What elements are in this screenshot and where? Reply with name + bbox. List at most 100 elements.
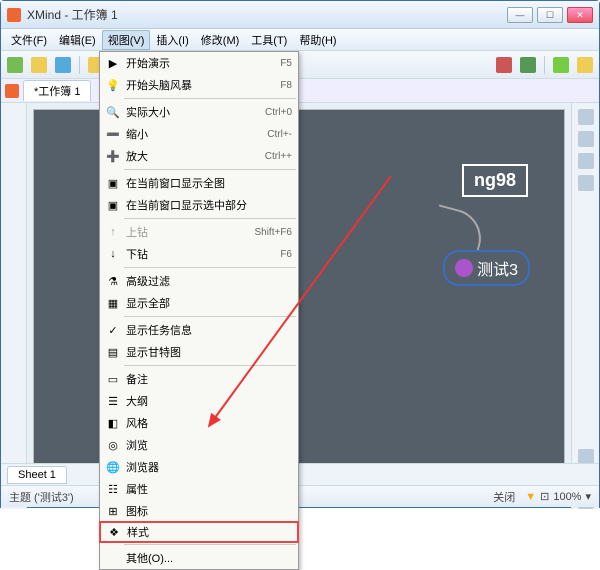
menu-tools[interactable]: 工具(T) (245, 30, 293, 50)
node-label: 测试3 (477, 256, 518, 280)
panel-icon[interactable] (578, 175, 594, 191)
menu-item-icon: ↓ (104, 246, 122, 262)
menu-item-shortcut: Ctrl+0 (265, 107, 292, 118)
menu-item-shortcut: F5 (280, 58, 292, 69)
document-tab[interactable]: *工作簿 1 (23, 80, 91, 101)
menu-item[interactable]: ☰大纲 (100, 390, 298, 412)
root-node[interactable]: ng98 (462, 164, 528, 197)
open-icon[interactable] (31, 57, 47, 73)
menu-item[interactable]: 💡开始头脑风暴F8 (100, 74, 298, 96)
menu-item-label: 图标 (122, 503, 292, 519)
tool-icon[interactable] (520, 57, 536, 73)
menu-item-shortcut: Ctrl+- (267, 129, 292, 140)
separator (79, 56, 80, 74)
body: ng98 测试3 Baidu 百度经验 (1, 103, 599, 509)
zoom-controls[interactable]: ▼ ⊡ 100% ▾ (525, 490, 591, 503)
menu-item-icon: ➖ (104, 126, 122, 142)
menu-edit[interactable]: 编辑(E) (53, 30, 102, 50)
menu-item-icon: ▭ (104, 371, 122, 387)
menu-item[interactable]: ❖样式 (99, 521, 299, 543)
menu-item-icon: ⚗ (104, 273, 122, 289)
menu-item-icon: ➕ (104, 148, 122, 164)
menu-separator (124, 267, 296, 268)
separator (544, 56, 545, 74)
menu-item[interactable]: 其他(O)... (100, 547, 298, 569)
menu-item[interactable]: ▶开始演示F5 (100, 52, 298, 74)
menu-item[interactable]: ▤显示甘特图 (100, 341, 298, 363)
panel-icon[interactable] (578, 153, 594, 169)
menu-item[interactable]: ☷属性 (100, 478, 298, 500)
menu-item-shortcut: Ctrl++ (265, 151, 292, 162)
menu-item[interactable]: ⊞图标 (100, 500, 298, 522)
menu-item[interactable]: 🔍实际大小Ctrl+0 (100, 101, 298, 123)
menu-help[interactable]: 帮助(H) (293, 30, 342, 50)
menu-separator (124, 218, 296, 219)
panel-icon[interactable] (578, 131, 594, 147)
marker-icon (455, 259, 473, 277)
menu-item[interactable]: 🌐浏览器 (100, 456, 298, 478)
status-bar: 主题 ('测试3') 关闭 ▼ ⊡ 100% ▾ (1, 485, 599, 507)
menu-item-label: 显示全部 (122, 295, 292, 311)
menu-item-icon: ◧ (104, 415, 122, 431)
menu-item-label: 实际大小 (122, 104, 265, 120)
menu-item-label: 大纲 (122, 393, 292, 409)
menu-item-icon: ❖ (105, 524, 123, 540)
menu-item-icon: ▶ (104, 55, 122, 71)
menu-item[interactable]: ↓下钻F6 (100, 243, 298, 265)
window-controls: — ☐ ✕ (507, 7, 593, 23)
menu-item-icon: ▦ (104, 295, 122, 311)
menu-item-label: 高级过滤 (122, 273, 292, 289)
maximize-button[interactable]: ☐ (537, 7, 563, 23)
menu-item[interactable]: ◧风格 (100, 412, 298, 434)
menu-item-label: 下钻 (122, 246, 280, 262)
menu-item[interactable]: ➖缩小Ctrl+- (100, 123, 298, 145)
menu-item[interactable]: ◎浏览 (100, 434, 298, 456)
new-icon[interactable] (7, 57, 23, 73)
minimize-button[interactable]: — (507, 7, 533, 23)
status-close[interactable]: 关闭 (493, 489, 515, 505)
fit-icon[interactable]: ⊡ (540, 490, 549, 503)
menu-item[interactable]: ▭备注 (100, 368, 298, 390)
left-sidebar (1, 103, 27, 509)
menu-item-label: 备注 (122, 371, 292, 387)
menubar: 文件(F) 编辑(E) 视图(V) 插入(I) 修改(M) 工具(T) 帮助(H… (1, 29, 599, 51)
sheet-tab[interactable]: Sheet 1 (7, 466, 67, 484)
close-button[interactable]: ✕ (567, 7, 593, 23)
save-icon[interactable] (55, 57, 71, 73)
menu-item[interactable]: ▣在当前窗口显示选中部分 (100, 194, 298, 216)
view-menu-dropdown: ▶开始演示F5💡开始头脑风暴F8🔍实际大小Ctrl+0➖缩小Ctrl+-➕放大C… (99, 51, 299, 570)
export-icon[interactable] (553, 57, 569, 73)
menu-item[interactable]: ➕放大Ctrl++ (100, 145, 298, 167)
tab-icon (5, 84, 19, 98)
menu-item-icon: ✓ (104, 322, 122, 338)
menu-item[interactable]: ▣在当前窗口显示全图 (100, 172, 298, 194)
menu-item-icon: 🔍 (104, 104, 122, 120)
toolbar (1, 51, 599, 79)
zoom-dropdown-icon[interactable]: ▾ (585, 490, 591, 503)
menu-item-icon (104, 550, 122, 566)
menu-item-icon: ▣ (104, 197, 122, 213)
panel-icon[interactable] (578, 109, 594, 125)
import-icon[interactable] (577, 57, 593, 73)
menu-item[interactable]: ⚗高级过滤 (100, 270, 298, 292)
tool-icon[interactable] (496, 57, 512, 73)
menu-view[interactable]: 视图(V) (102, 30, 151, 50)
sheet-bar: Sheet 1 (1, 463, 599, 485)
menu-item-icon: ▤ (104, 344, 122, 360)
menu-item-label: 开始演示 (122, 55, 280, 71)
menu-insert[interactable]: 插入(I) (150, 30, 194, 50)
child-node-selected[interactable]: 测试3 (443, 250, 530, 286)
menu-item[interactable]: ✓显示任务信息 (100, 319, 298, 341)
menu-item-icon: ☰ (104, 393, 122, 409)
menu-item-icon: ↑ (104, 224, 122, 240)
app-window: XMind - 工作簿 1 — ☐ ✕ 文件(F) 编辑(E) 视图(V) 插入… (0, 0, 600, 508)
menu-item-icon: 💡 (104, 77, 122, 93)
menu-item-shortcut: Shift+F6 (254, 227, 292, 238)
menu-file[interactable]: 文件(F) (5, 30, 53, 50)
filter-icon[interactable]: ▼ (525, 491, 536, 503)
menu-item-label: 开始头脑风暴 (122, 77, 280, 93)
zoom-level: 100% (553, 491, 581, 503)
menu-item[interactable]: ▦显示全部 (100, 292, 298, 314)
menu-item-icon: ◎ (104, 437, 122, 453)
menu-modify[interactable]: 修改(M) (195, 30, 246, 50)
